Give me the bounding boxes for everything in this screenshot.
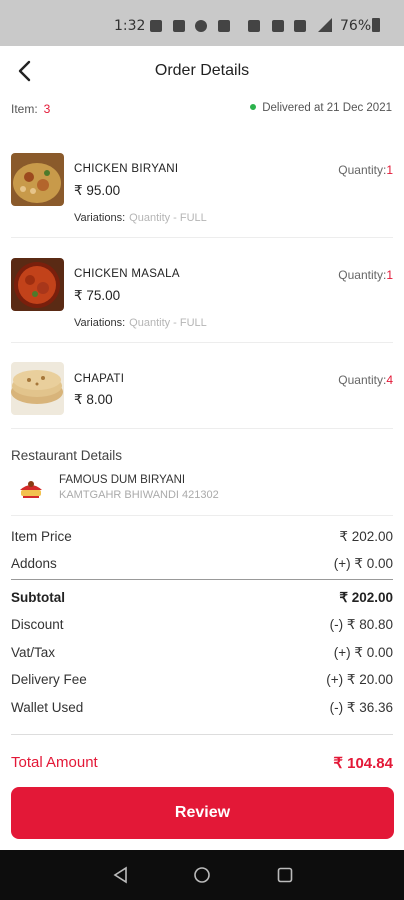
total-value: ₹ 104.84 bbox=[333, 755, 393, 772]
status-bar: 1:32 76% bbox=[0, 0, 404, 46]
camera-icon bbox=[173, 20, 185, 32]
delivery-status: Delivered at 21 Dec 2021 bbox=[250, 102, 392, 114]
chapati-image bbox=[11, 362, 64, 415]
sim-icon bbox=[272, 20, 284, 32]
order-item: CHICKEN BIRYANI Quantity:1 ₹ 95.00 Varia… bbox=[0, 140, 404, 232]
nav-home-icon[interactable] bbox=[193, 866, 211, 884]
restaurant-logo-icon bbox=[16, 472, 46, 502]
restaurant-section-title: Restaurant Details bbox=[11, 448, 123, 463]
status-time: 1:32 bbox=[114, 18, 146, 34]
restaurant-address: KAMTGAHR BHIWANDI 421302 bbox=[59, 489, 219, 501]
app-header: Order Details bbox=[0, 46, 404, 96]
total-label: Total Amount bbox=[11, 754, 98, 771]
system-nav-bar bbox=[0, 850, 404, 900]
item-quantity: Quantity:1 bbox=[338, 163, 393, 177]
total-divider bbox=[11, 734, 393, 735]
divider bbox=[11, 515, 393, 516]
item-count-label: Item: 3 bbox=[11, 102, 51, 116]
subtotal-divider bbox=[11, 579, 393, 580]
delivered-dot-icon bbox=[250, 103, 257, 110]
battery-percent: 76% bbox=[340, 18, 372, 34]
masala-image bbox=[11, 258, 64, 311]
item-count-value: 3 bbox=[43, 102, 51, 116]
data-saver-icon bbox=[248, 20, 260, 32]
item-price: ₹ 95.00 bbox=[74, 183, 121, 198]
item-name: CHICKEN BIRYANI bbox=[74, 163, 179, 175]
image-icon bbox=[218, 20, 230, 32]
battery-icon bbox=[372, 18, 380, 32]
order-item: CHAPATI Quantity:4 ₹ 8.00 bbox=[0, 350, 404, 426]
item-quantity: Quantity:1 bbox=[338, 268, 393, 282]
notification-icon bbox=[150, 20, 162, 32]
order-summary-row: Item: 3 Delivered at 21 Dec 2021 bbox=[0, 96, 404, 122]
item-quantity: Quantity:4 bbox=[338, 373, 393, 387]
page-title: Order Details bbox=[154, 62, 250, 79]
order-item: CHICKEN MASALA Quantity:1 ₹ 75.00 Variat… bbox=[0, 245, 404, 337]
restaurant-name: FAMOUS DUM BIRYANI bbox=[59, 474, 186, 486]
nav-back-icon[interactable] bbox=[112, 866, 130, 884]
review-button[interactable]: Review bbox=[11, 787, 394, 839]
item-variations: Variations: Quantity - FULL bbox=[74, 212, 207, 224]
nav-recents-icon[interactable] bbox=[276, 866, 294, 884]
item-price: ₹ 8.00 bbox=[74, 392, 113, 407]
vibrate-icon bbox=[294, 20, 306, 32]
divider bbox=[11, 428, 393, 429]
item-name: CHICKEN MASALA bbox=[74, 268, 180, 280]
signal-icon bbox=[318, 18, 332, 32]
item-variations: Variations: Quantity - FULL bbox=[74, 317, 207, 329]
item-name: CHAPATI bbox=[74, 373, 125, 385]
record-icon bbox=[195, 20, 207, 32]
biryani-image bbox=[11, 153, 64, 206]
divider bbox=[11, 342, 393, 343]
item-price: ₹ 75.00 bbox=[74, 288, 121, 303]
divider bbox=[11, 237, 393, 238]
